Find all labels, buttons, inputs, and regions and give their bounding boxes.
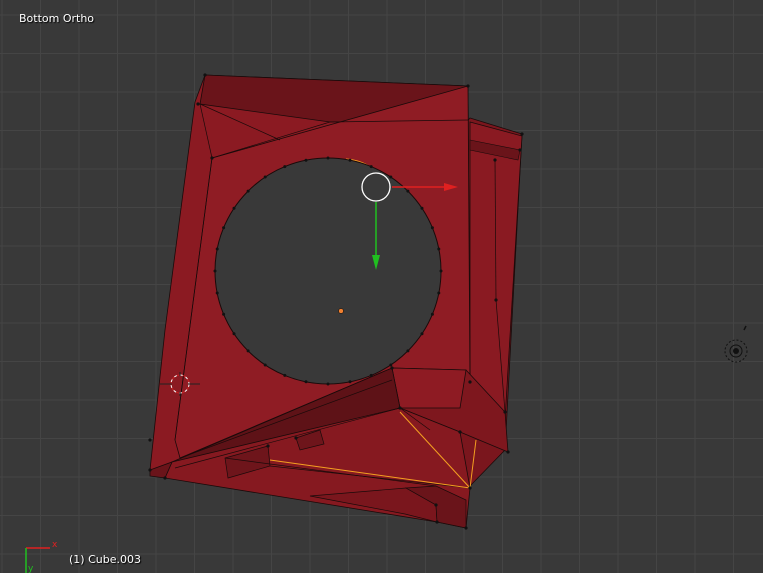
hole-vertex <box>326 156 330 160</box>
hole-vertex <box>406 189 410 193</box>
hole-vertex <box>430 226 434 230</box>
view-name-label: Bottom Ortho <box>19 12 95 25</box>
hole-vertex <box>222 312 226 316</box>
hole-vertex <box>246 349 250 353</box>
object-name-label: (1) Cube.003 <box>69 553 141 566</box>
hole-vertex <box>326 382 330 386</box>
hole-vertex <box>263 175 267 179</box>
hole-vertex <box>348 158 352 162</box>
hole-vertex <box>304 380 308 384</box>
hole-vertex <box>222 226 226 230</box>
hole-vertex <box>232 206 236 210</box>
hole-vertex <box>263 363 267 367</box>
hole-vertex <box>389 175 393 179</box>
hole-vertex <box>283 373 287 377</box>
hole-vertex <box>430 312 434 316</box>
hole-vertex <box>304 158 308 162</box>
lamp-object[interactable] <box>724 325 748 363</box>
hole-vertex <box>348 380 352 384</box>
hole-vertex <box>437 247 441 251</box>
hole-vertex <box>215 247 219 251</box>
hole-vertex <box>420 332 424 336</box>
hole-vertex <box>439 269 443 273</box>
mesh-face-lower-right-top <box>391 367 467 409</box>
object-origin[interactable] <box>338 308 344 314</box>
3d-viewport[interactable]: Bottom Ortho x y (1) Cube.003 <box>0 0 763 573</box>
hole-vertex <box>420 206 424 210</box>
mesh-object[interactable] <box>0 0 763 573</box>
hole-vertex <box>232 332 236 336</box>
axis-widget-y-letter: y <box>28 564 34 573</box>
axis-widget: x y <box>25 540 58 573</box>
hole-vertex <box>369 165 373 169</box>
hole-vertex <box>369 373 373 377</box>
hole-vertex <box>283 165 287 169</box>
hole-vertex <box>246 189 250 193</box>
hole-vertex <box>406 349 410 353</box>
hole-vertex <box>389 363 393 367</box>
hole-vertex <box>437 291 441 295</box>
hole-vertex <box>213 269 217 273</box>
hole-vertex <box>215 291 219 295</box>
axis-widget-x-letter: x <box>52 540 58 550</box>
